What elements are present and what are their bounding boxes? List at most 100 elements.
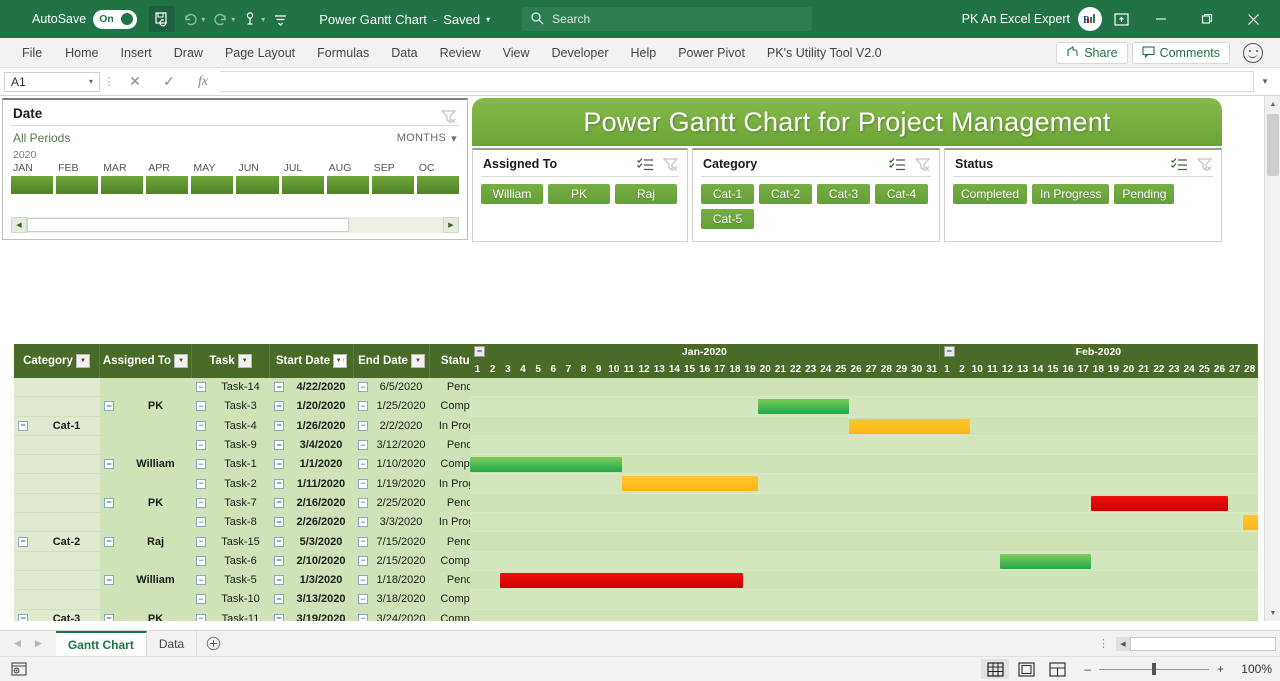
cell-start-date[interactable]: − 2/26/2020 bbox=[270, 513, 354, 533]
slicer-item-pending[interactable]: Pending bbox=[1114, 184, 1175, 204]
clear-filter-icon[interactable] bbox=[914, 158, 931, 175]
collapse-minus-icon[interactable]: − bbox=[358, 517, 368, 528]
gantt-bar[interactable] bbox=[848, 418, 971, 434]
cell-category[interactable] bbox=[14, 590, 100, 610]
cell-category[interactable] bbox=[14, 455, 100, 475]
cell-assigned-to[interactable] bbox=[100, 590, 192, 610]
ribbon-tab-power-pivot[interactable]: Power Pivot bbox=[667, 41, 756, 65]
cell-start-date[interactable]: − 1/1/2020 bbox=[270, 455, 354, 475]
cell-end-date[interactable]: −3/3/2020 bbox=[354, 513, 430, 533]
normal-view-icon[interactable] bbox=[981, 659, 1010, 679]
cell-assigned-to[interactable]: − William bbox=[100, 570, 192, 591]
ribbon-tab-view[interactable]: View bbox=[492, 41, 541, 65]
minimize-icon[interactable] bbox=[1140, 1, 1182, 37]
collapse-minus-icon[interactable]: − bbox=[358, 478, 368, 489]
touch-dropdown-icon[interactable]: ▾ bbox=[261, 15, 265, 24]
gantt-bar[interactable] bbox=[500, 572, 743, 588]
collapse-minus-icon[interactable]: − bbox=[196, 459, 206, 470]
collapse-minus-icon[interactable]: − bbox=[274, 575, 284, 586]
account-name[interactable]: PK An Excel Expert bbox=[962, 12, 1070, 26]
gantt-bar[interactable] bbox=[1091, 495, 1228, 511]
cancel-icon[interactable]: ✕ bbox=[118, 70, 152, 94]
cell-end-date[interactable]: −3/24/2020 bbox=[354, 609, 430, 621]
collapse-minus-icon[interactable]: − bbox=[358, 382, 368, 393]
collapse-minus-icon[interactable]: − bbox=[358, 536, 368, 547]
page-break-view-icon[interactable] bbox=[1043, 659, 1071, 679]
cell-end-date[interactable]: −2/15/2020 bbox=[354, 551, 430, 571]
filter-dropdown-icon[interactable]: ▼ bbox=[75, 354, 90, 368]
collapse-minus-icon[interactable]: − bbox=[474, 346, 485, 357]
close-icon[interactable] bbox=[1232, 1, 1274, 37]
column-header-task[interactable]: Task ▼ bbox=[192, 344, 270, 378]
collapse-minus-icon[interactable]: − bbox=[196, 575, 206, 586]
ribbon-tab-formulas[interactable]: Formulas bbox=[306, 41, 380, 65]
cell-assigned-to[interactable]: − Raj bbox=[100, 532, 192, 552]
cell-category[interactable] bbox=[14, 493, 100, 514]
month-bar[interactable] bbox=[371, 176, 414, 194]
date-slicer-level-dropdown[interactable]: MONTHS ▾ bbox=[397, 132, 457, 145]
ribbon-tab-page-layout[interactable]: Page Layout bbox=[214, 41, 306, 65]
multi-select-icon[interactable] bbox=[1171, 158, 1187, 175]
ribbon-tab-review[interactable]: Review bbox=[429, 41, 492, 65]
cell-task[interactable]: − Task-8 bbox=[192, 513, 270, 533]
title-dropdown-icon[interactable]: ▾ bbox=[486, 15, 490, 24]
collapse-minus-icon[interactable]: − bbox=[943, 346, 955, 357]
cell-end-date[interactable]: −2/25/2020 bbox=[354, 493, 430, 514]
cell-task[interactable]: − Task-3 bbox=[192, 397, 270, 417]
collapse-minus-icon[interactable]: − bbox=[104, 575, 114, 586]
sheet-tab-gantt-chart[interactable]: Gantt Chart bbox=[55, 630, 147, 657]
month-bar[interactable] bbox=[11, 176, 54, 194]
share-button[interactable]: Share bbox=[1056, 41, 1128, 64]
next-sheet-icon[interactable]: ▶ bbox=[35, 638, 42, 649]
ribbon-tab-insert[interactable]: Insert bbox=[110, 41, 163, 65]
collapse-minus-icon[interactable]: − bbox=[196, 401, 206, 412]
collapse-minus-icon[interactable]: − bbox=[274, 613, 284, 621]
slicer-item-cat-2[interactable]: Cat-2 bbox=[759, 184, 812, 204]
undo-icon[interactable] bbox=[177, 6, 203, 32]
cell-task[interactable]: − Task-10 bbox=[192, 590, 270, 610]
zoom-slider[interactable] bbox=[1098, 662, 1209, 676]
user-avatar[interactable]: P bbox=[1078, 7, 1102, 31]
ribbon-tab-home[interactable]: Home bbox=[54, 41, 109, 65]
cell-start-date[interactable]: − 2/10/2020 bbox=[270, 551, 354, 571]
scroll-left-icon[interactable]: ◀ bbox=[11, 217, 27, 233]
cell-task[interactable]: − Task-15 bbox=[192, 532, 270, 552]
collapse-minus-icon[interactable]: − bbox=[104, 401, 114, 412]
date-slicer-scroll-track[interactable] bbox=[27, 218, 443, 232]
collapse-minus-icon[interactable]: − bbox=[358, 497, 368, 508]
cell-task[interactable]: − Task-6 bbox=[192, 551, 270, 571]
cell-task[interactable]: − Task-2 bbox=[192, 474, 270, 494]
cell-end-date[interactable]: −1/25/2020 bbox=[354, 397, 430, 417]
cell-task[interactable]: − Task-7 bbox=[192, 493, 270, 514]
horizontal-scroll-thumb[interactable] bbox=[1130, 636, 1276, 651]
cell-start-date[interactable]: − 1/20/2020 bbox=[270, 397, 354, 417]
collapse-minus-icon[interactable]: − bbox=[274, 555, 284, 566]
slicer-status[interactable]: Status Completed In Progress Pending bbox=[944, 148, 1222, 242]
collapse-minus-icon[interactable]: − bbox=[358, 459, 368, 470]
collapse-minus-icon[interactable]: − bbox=[18, 420, 28, 431]
scroll-right-icon[interactable]: ▶ bbox=[443, 217, 459, 233]
gantt-bar[interactable] bbox=[1242, 515, 1258, 531]
cell-category[interactable] bbox=[14, 397, 100, 417]
save-sync-icon[interactable] bbox=[149, 6, 176, 32]
gantt-bar[interactable] bbox=[621, 476, 758, 492]
slicer-item-raj[interactable]: Raj bbox=[615, 184, 677, 204]
cell-task[interactable]: − Task-1 bbox=[192, 455, 270, 475]
collapse-minus-icon[interactable]: − bbox=[358, 420, 368, 431]
cell-end-date[interactable]: −1/18/2020 bbox=[354, 570, 430, 591]
vertical-scroll-thumb[interactable] bbox=[1267, 114, 1279, 176]
cell-task[interactable]: − Task-14 bbox=[192, 378, 270, 398]
cell-start-date[interactable]: − 3/4/2020 bbox=[270, 435, 354, 456]
ribbon-tab-data[interactable]: Data bbox=[380, 41, 428, 65]
slicer-item-cat-3[interactable]: Cat-3 bbox=[817, 184, 870, 204]
zoom-out-icon[interactable]: – bbox=[1084, 662, 1091, 676]
customize-qat-icon[interactable] bbox=[267, 6, 293, 32]
collapse-minus-icon[interactable]: − bbox=[196, 497, 206, 508]
expand-formula-bar-icon[interactable]: ▾ bbox=[1254, 76, 1276, 87]
collapse-minus-icon[interactable]: − bbox=[18, 613, 28, 621]
cell-task[interactable]: − Task-4 bbox=[192, 416, 270, 436]
cell-assigned-to[interactable]: − PK bbox=[100, 493, 192, 514]
comments-button[interactable]: Comments bbox=[1131, 41, 1230, 64]
gantt-month-cell[interactable]: − Jan-2020 bbox=[470, 344, 940, 360]
cell-category[interactable]: − Cat-3 bbox=[14, 609, 100, 621]
